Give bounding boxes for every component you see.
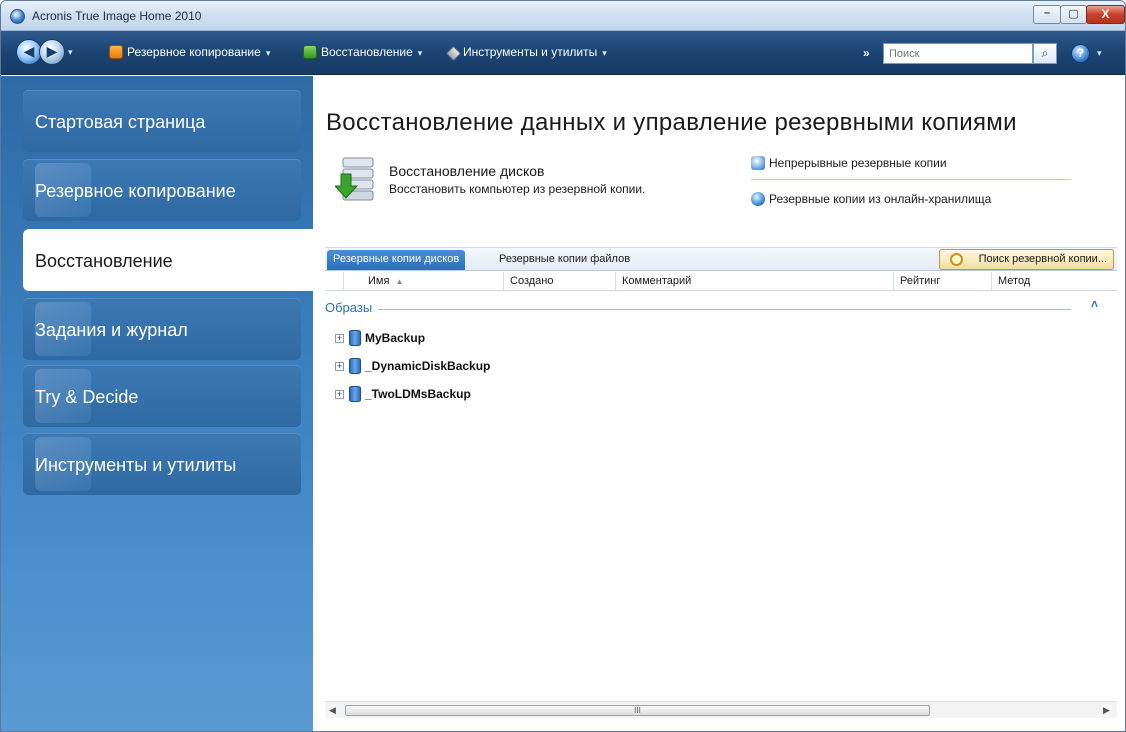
group-label: Образы bbox=[325, 300, 379, 315]
restore-icon bbox=[303, 45, 317, 59]
chevron-down-icon: ▾ bbox=[602, 48, 607, 58]
sidebar-item-label: Задания и журнал bbox=[35, 320, 188, 340]
column-header-method[interactable]: Метод bbox=[991, 272, 1117, 291]
column-header-rating[interactable]: Рейтинг bbox=[893, 272, 991, 291]
search-button[interactable]: ⌕ bbox=[1033, 43, 1057, 64]
sidebar-item-restore[interactable]: Восстановление bbox=[23, 229, 323, 291]
sidebar-item-label: Восстановление bbox=[35, 251, 173, 271]
continuous-backup-icon bbox=[751, 156, 765, 170]
toolbar-restore-menu[interactable]: Восстановление ▾ bbox=[303, 45, 422, 63]
backup-tabs: Резервные копии дисков Резервные копии ф… bbox=[325, 247, 1117, 271]
search-input[interactable] bbox=[883, 43, 1033, 64]
history-dropdown-icon[interactable]: ▾ bbox=[68, 47, 73, 58]
column-header-created[interactable]: Создано bbox=[503, 272, 615, 291]
column-header-name[interactable]: Имя ▲ bbox=[343, 272, 503, 291]
title-bar: Acronis True Image Home 2010 – ▢ X bbox=[1, 1, 1125, 31]
backup-name: _TwoLDMsBackup bbox=[365, 387, 471, 401]
sidebar-item-backup[interactable]: Резервное копирование bbox=[23, 159, 301, 221]
app-window: Acronis True Image Home 2010 – ▢ X ◀ ▶ ▾… bbox=[0, 0, 1126, 732]
toolbar-backup-menu[interactable]: Резервное копирование ▾ bbox=[109, 45, 270, 63]
search-backup-label: Поиск резервной копии... bbox=[978, 253, 1107, 265]
tools-icon bbox=[445, 45, 462, 62]
online-backups-label: Резервные копии из онлайн-хранилища bbox=[769, 192, 992, 206]
sidebar-item-tasks-log[interactable]: Задания и журнал bbox=[23, 298, 301, 360]
chevron-down-icon: ▾ bbox=[265, 48, 271, 58]
main-content: Восстановление данных и управление резер… bbox=[313, 76, 1125, 731]
sidebar-item-label: Try & Decide bbox=[35, 387, 139, 407]
sidebar-item-label: Стартовая страница bbox=[35, 112, 206, 132]
backup-archive-icon bbox=[349, 330, 361, 346]
sidebar-item-try-decide[interactable]: Try & Decide bbox=[23, 365, 301, 427]
sidebar-item-label: Инструменты и утилиты bbox=[35, 455, 237, 475]
help-dropdown-icon[interactable]: ▾ bbox=[1097, 48, 1102, 59]
chevron-down-icon: ▾ bbox=[417, 48, 423, 58]
maximize-button[interactable]: ▢ bbox=[1060, 5, 1087, 24]
scroll-right-icon[interactable]: ▶ bbox=[1103, 705, 1110, 716]
sort-ascending-icon: ▲ bbox=[395, 277, 404, 286]
close-button[interactable]: X bbox=[1086, 5, 1125, 24]
group-images: Образы ˄ bbox=[325, 297, 1117, 316]
close-icon: X bbox=[1101, 7, 1110, 21]
toolbar-tools-label: Инструменты и утилиты bbox=[463, 45, 598, 59]
continuous-backups-link[interactable]: Непрерывные резервные копии bbox=[751, 156, 947, 170]
column-name-label: Имя bbox=[368, 275, 390, 287]
online-storage-icon bbox=[751, 192, 765, 206]
tab-file-backups[interactable]: Резервные копии файлов bbox=[493, 250, 636, 270]
backup-name: MyBackup bbox=[365, 331, 426, 345]
sidebar-item-start-page[interactable]: Стартовая страница bbox=[23, 90, 301, 152]
window-title: Acronis True Image Home 2010 bbox=[32, 9, 202, 23]
forward-button[interactable]: ▶ bbox=[39, 39, 65, 65]
disk-restore-description: Восстановить компьютер из резервной копи… bbox=[389, 182, 646, 196]
disk-restore-link[interactable]: Восстановление дисков bbox=[389, 163, 544, 179]
toolbar-restore-label: Восстановление bbox=[321, 45, 413, 59]
sidebar-item-tools[interactable]: Инструменты и утилиты bbox=[23, 433, 301, 495]
sidebar-item-label: Резервное копирование bbox=[35, 181, 236, 201]
expand-icon[interactable]: + bbox=[335, 362, 344, 371]
list-item[interactable]: + _TwoLDMsBackup bbox=[335, 386, 735, 406]
backup-archive-icon bbox=[349, 358, 361, 374]
column-headers: Имя ▲ Создано Комментарий Рейтинг Метод bbox=[325, 272, 1117, 291]
online-backups-link[interactable]: Резервные копии из онлайн-хранилища bbox=[751, 192, 991, 206]
page-title: Восстановление данных и управление резер… bbox=[326, 109, 1017, 136]
collapse-icon[interactable]: ˄ bbox=[1091, 297, 1098, 311]
horizontal-scrollbar[interactable]: ◀ III ▶ bbox=[325, 701, 1117, 718]
group-divider bbox=[365, 309, 1071, 310]
list-item[interactable]: + MyBackup bbox=[335, 330, 735, 350]
arrow-left-icon: ◀ bbox=[23, 43, 35, 59]
disk-restore-icon[interactable] bbox=[335, 154, 379, 204]
list-item[interactable]: + _DynamicDiskBackup bbox=[335, 358, 735, 378]
help-button[interactable]: ? bbox=[1071, 44, 1090, 63]
column-header-comment[interactable]: Комментарий bbox=[615, 272, 893, 291]
maximize-icon: ▢ bbox=[1068, 8, 1079, 20]
scroll-left-icon[interactable]: ◀ bbox=[329, 705, 336, 716]
search-backup-button[interactable]: Поиск резервной копии... bbox=[939, 249, 1114, 270]
app-logo-icon bbox=[10, 9, 25, 24]
expand-icon[interactable]: + bbox=[335, 390, 344, 399]
arrow-right-icon: ▶ bbox=[46, 43, 58, 59]
toolbar-backup-label: Резервное копирование bbox=[127, 45, 261, 59]
search-icon: ⌕ bbox=[1041, 46, 1049, 60]
scrollbar-thumb[interactable]: III bbox=[345, 705, 930, 716]
minimize-button[interactable]: – bbox=[1033, 5, 1061, 24]
divider bbox=[751, 179, 1071, 180]
help-icon: ? bbox=[1076, 46, 1085, 60]
toolbar-tools-menu[interactable]: Инструменты и утилиты ▾ bbox=[445, 45, 607, 63]
grip-icon: III bbox=[634, 706, 641, 715]
backup-archive-icon bbox=[349, 386, 361, 402]
backup-name: _DynamicDiskBackup bbox=[365, 359, 491, 373]
main-toolbar: ◀ ▶ ▾ Резервное копирование ▾ Восстановле… bbox=[1, 31, 1125, 75]
backup-icon bbox=[109, 45, 123, 59]
magnifier-icon bbox=[950, 253, 963, 266]
sidebar: Стартовая страница Резервное копирование… bbox=[1, 76, 323, 731]
tab-disk-backups[interactable]: Резервные копии дисков bbox=[327, 250, 466, 270]
minimize-icon: – bbox=[1043, 7, 1051, 19]
continuous-backups-label: Непрерывные резервные копии bbox=[769, 156, 947, 170]
expand-icon[interactable]: + bbox=[335, 334, 344, 343]
more-chevron-icon[interactable]: » bbox=[863, 46, 870, 60]
